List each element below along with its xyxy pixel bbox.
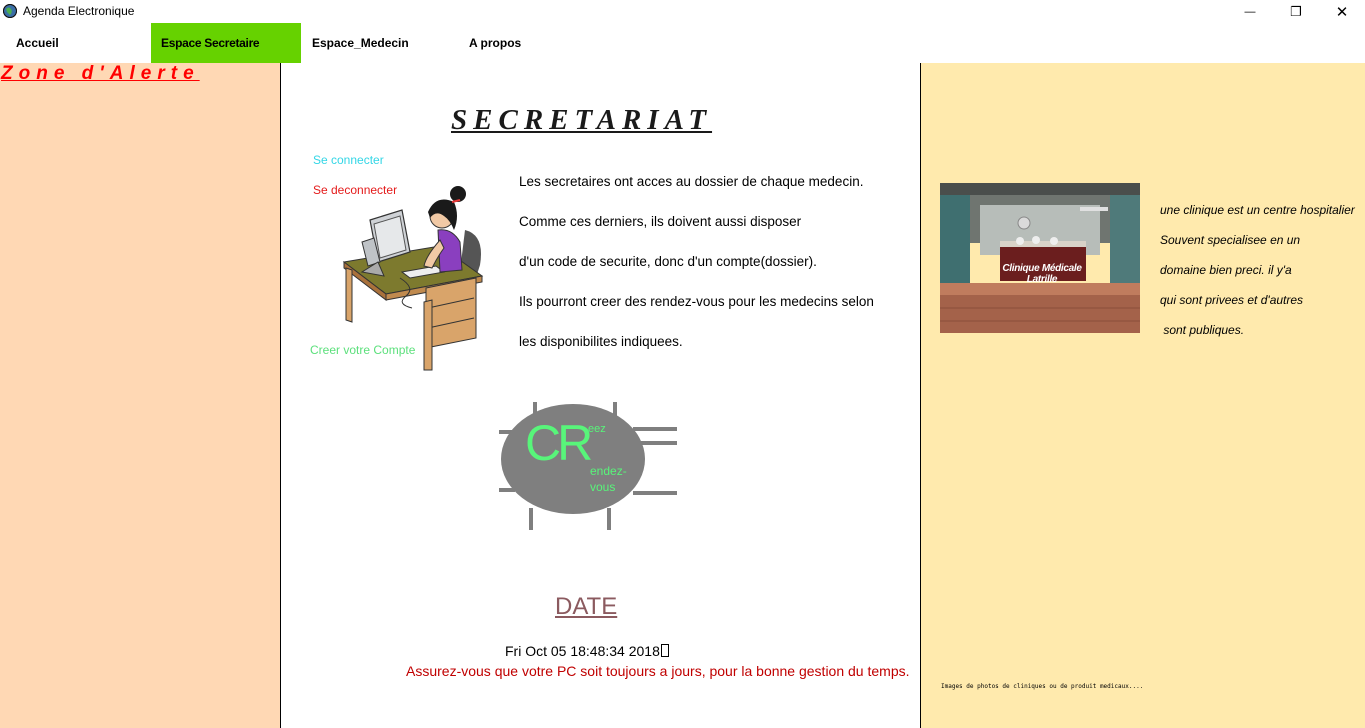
menu-a-propos-label: A propos — [469, 36, 522, 50]
menu-a-propos[interactable]: A propos — [451, 23, 601, 63]
info-paragraph: les disponibilites indiquees. — [519, 334, 683, 349]
text-cursor-box — [660, 644, 669, 657]
info-panel — [921, 63, 1365, 728]
info-paragraph: Comme ces derniers, ils doivent aussi di… — [519, 214, 802, 229]
menu-espace-secretaire-label: Espace Secretaire — [161, 36, 260, 50]
menu-espace-medecin[interactable]: Espace_Medecin — [301, 23, 451, 63]
clinic-reception-photo: Clinique Médicale Latrille — [940, 183, 1140, 333]
clinic-description-line: une clinique est un centre hospitalier — [1160, 203, 1355, 217]
window-title: Agenda Electronique — [23, 4, 135, 18]
date-value: Fri Oct 05 18:48:34 2018 — [505, 643, 669, 659]
globe-icon — [2, 3, 18, 19]
close-icon: ✕ — [1335, 3, 1349, 21]
date-value-text: Fri Oct 05 18:48:34 2018 — [505, 643, 660, 659]
secretary-at-desk-illustration — [340, 180, 490, 372]
logo-big-letters: CR — [525, 415, 593, 471]
menu-espace-medecin-label: Espace_Medecin — [312, 36, 409, 50]
menu-accueil-label: Accueil — [16, 36, 59, 50]
photo-caption: Images de photos de cliniques ou de prod… — [941, 683, 1144, 690]
clinic-description-line: sont publiques. — [1160, 323, 1245, 337]
close-button[interactable]: ✕ — [1319, 0, 1365, 23]
logo-small-bottom: vous — [590, 480, 616, 494]
restore-icon: ❐ — [1290, 3, 1302, 19]
alert-zone-title: Zone d'Alerte — [1, 63, 200, 84]
menu-accueil[interactable]: Accueil — [0, 23, 151, 63]
logo-small-mid: endez- — [590, 464, 627, 478]
minimize-button[interactable]: — — [1227, 0, 1273, 23]
clinic-description-line: domaine bien preci. il y'a — [1160, 263, 1292, 277]
info-paragraph: d'un code de securite, donc d'un compte(… — [519, 254, 817, 269]
clinic-photo-sign: Clinique Médicale Latrille — [1002, 263, 1082, 285]
logo-small-top: eez — [588, 423, 606, 435]
info-paragraph: Les secretaires ont acces au dossier de … — [519, 174, 864, 189]
connect-link[interactable]: Se connecter — [313, 153, 384, 167]
info-paragraph: Ils pourront creer des rendez-vous pour … — [519, 294, 874, 309]
update-warning: Assurez-vous que votre PC soit toujours … — [406, 663, 910, 679]
alert-zone-panel — [0, 63, 280, 728]
title-bar — [0, 0, 1365, 23]
clinic-description-line: Souvent specialisee en un — [1160, 233, 1301, 247]
date-label: DATE — [555, 593, 618, 620]
clinic-description-line: qui sont privees et d'autres — [1160, 293, 1304, 307]
restore-button[interactable]: ❐ — [1273, 0, 1319, 23]
minimize-icon: — — [1244, 5, 1256, 18]
create-appointment-logo[interactable]: CR eez endez- vous — [499, 402, 679, 530]
menu-espace-secretaire[interactable]: Espace Secretaire — [151, 23, 301, 63]
page-title: SECRETARIAT — [451, 104, 713, 136]
